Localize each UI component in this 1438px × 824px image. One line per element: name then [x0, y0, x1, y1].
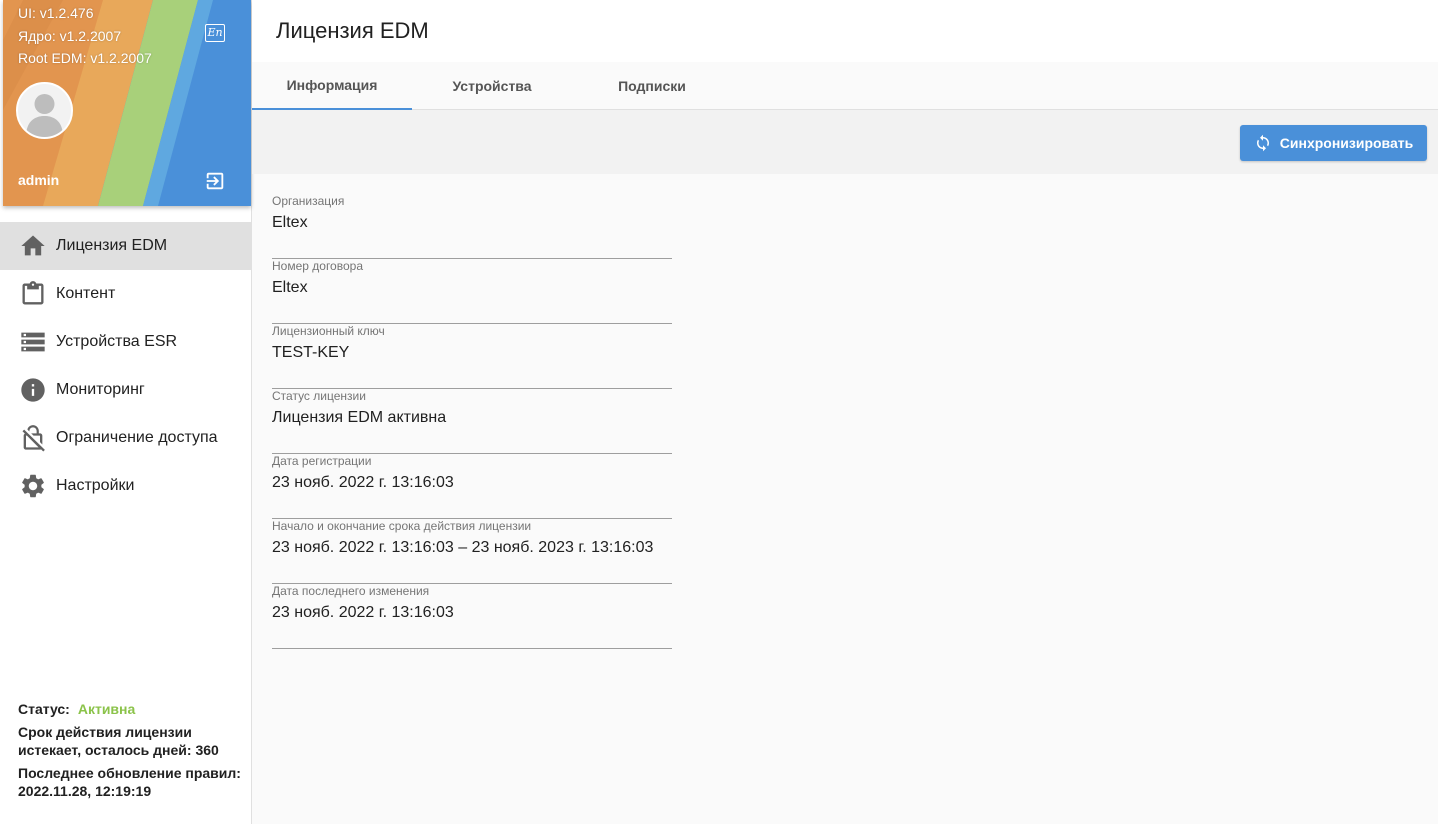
field-license-status: Статус лицензии Лицензия EDM активна [272, 389, 672, 454]
field-contract-number: Номер договора Eltex [272, 259, 672, 324]
nav-item-esr-devices[interactable]: Устройства ESR [0, 318, 251, 366]
status-badge: Активна [77, 701, 136, 717]
nav-item-access-restriction[interactable]: Ограничение доступа [0, 414, 251, 462]
field-label: Дата регистрации [272, 454, 372, 468]
nav-item-settings[interactable]: Настройки [0, 462, 251, 510]
sidebar-status: Статус: Активна Срок действия лицензии ис… [18, 700, 243, 805]
field-value: 23 нояб. 2022 г. 13:16:03 [272, 474, 454, 491]
profile-header: UI: v1.2.476 Ядро: v1.2.2007 Root EDM: v… [3, 0, 251, 206]
field-value: 23 нояб. 2022 г. 13:16:03 [272, 604, 454, 621]
field-label: Номер договора [272, 259, 363, 273]
nav-item-label: Мониторинг [56, 381, 145, 398]
license-status-line: Статус: Активна [18, 700, 243, 718]
field-organization: Организация Eltex [272, 194, 672, 259]
nav-item-label: Контент [56, 285, 116, 302]
tab-information[interactable]: Информация [252, 62, 412, 110]
tab-bar: Информация Устройства Подписки [252, 62, 1438, 110]
root-edm-version: Root EDM: v1.2.2007 [18, 50, 152, 66]
tab-devices[interactable]: Устройства [412, 62, 572, 110]
field-value: Eltex [272, 279, 308, 296]
nav-item-label: Устройства ESR [56, 333, 178, 350]
field-last-modified: Дата последнего изменения 23 нояб. 2022 … [272, 584, 672, 649]
field-value: TEST-KEY [272, 344, 350, 361]
username: admin [18, 172, 60, 188]
field-label: Организация [272, 194, 345, 208]
version-info: UI: v1.2.476 Ядро: v1.2.2007 Root EDM: v… [18, 2, 152, 70]
page-title: Лицензия EDM [276, 18, 429, 43]
gear-icon [19, 472, 47, 500]
tab-subscriptions[interactable]: Подписки [572, 62, 732, 110]
status-label: Статус: [18, 701, 70, 717]
nav-item-label: Лицензия EDM [56, 237, 168, 254]
info-icon [19, 376, 47, 404]
field-value: Eltex [272, 214, 308, 231]
field-label: Дата последнего изменения [272, 584, 430, 598]
rules-update-text: Последнее обновление правил: 2022.11.28,… [18, 765, 241, 799]
nav-item-content[interactable]: Контент [0, 270, 251, 318]
field-label: Статус лицензии [272, 389, 366, 403]
main-content: Лицензия EDM Информация Устройства Подпи… [252, 0, 1438, 824]
nav-item-license-edm[interactable]: Лицензия EDM [0, 222, 251, 270]
page-header: Лицензия EDM [252, 0, 1438, 62]
ui-version: UI: v1.2.476 [18, 5, 94, 21]
clipboard-icon [19, 280, 47, 308]
main-nav: Лицензия EDM Контент Устройства ESR Мони… [0, 222, 251, 510]
field-value: Лицензия EDM активна [272, 409, 447, 426]
license-info-fields: Организация Eltex Номер договора Eltex Л… [252, 174, 1438, 649]
nav-item-label: Настройки [56, 477, 135, 494]
sync-icon [1254, 134, 1272, 152]
storage-icon [19, 328, 47, 356]
avatar [16, 82, 73, 139]
field-registration-date: Дата регистрации 23 нояб. 2022 г. 13:16:… [272, 454, 672, 519]
lock-off-icon [19, 424, 47, 452]
language-icon[interactable]: En [205, 24, 225, 42]
license-expiry-text: Срок действия лицензии истекает, осталос… [18, 724, 219, 758]
sidebar: UI: v1.2.476 Ядро: v1.2.2007 Root EDM: v… [0, 0, 252, 824]
core-version: Ядро: v1.2.2007 [18, 27, 122, 44]
sync-button[interactable]: Синхронизировать [1240, 125, 1427, 161]
field-license-key: Лицензионный ключ TEST-KEY [272, 324, 672, 389]
nav-item-label: Ограничение доступа [56, 429, 218, 446]
toolbar: Синхронизировать [252, 110, 1438, 174]
sync-button-label: Синхронизировать [1279, 135, 1414, 151]
home-icon [19, 232, 47, 260]
field-value: 23 нояб. 2022 г. 13:16:03 – 23 нояб. 202… [272, 539, 654, 556]
logout-icon[interactable] [204, 170, 226, 192]
field-label: Лицензионный ключ [272, 324, 385, 338]
field-label: Начало и окончание срока действия лиценз… [272, 519, 532, 533]
field-validity-period: Начало и окончание срока действия лиценз… [272, 519, 672, 584]
nav-item-monitoring[interactable]: Мониторинг [0, 366, 251, 414]
